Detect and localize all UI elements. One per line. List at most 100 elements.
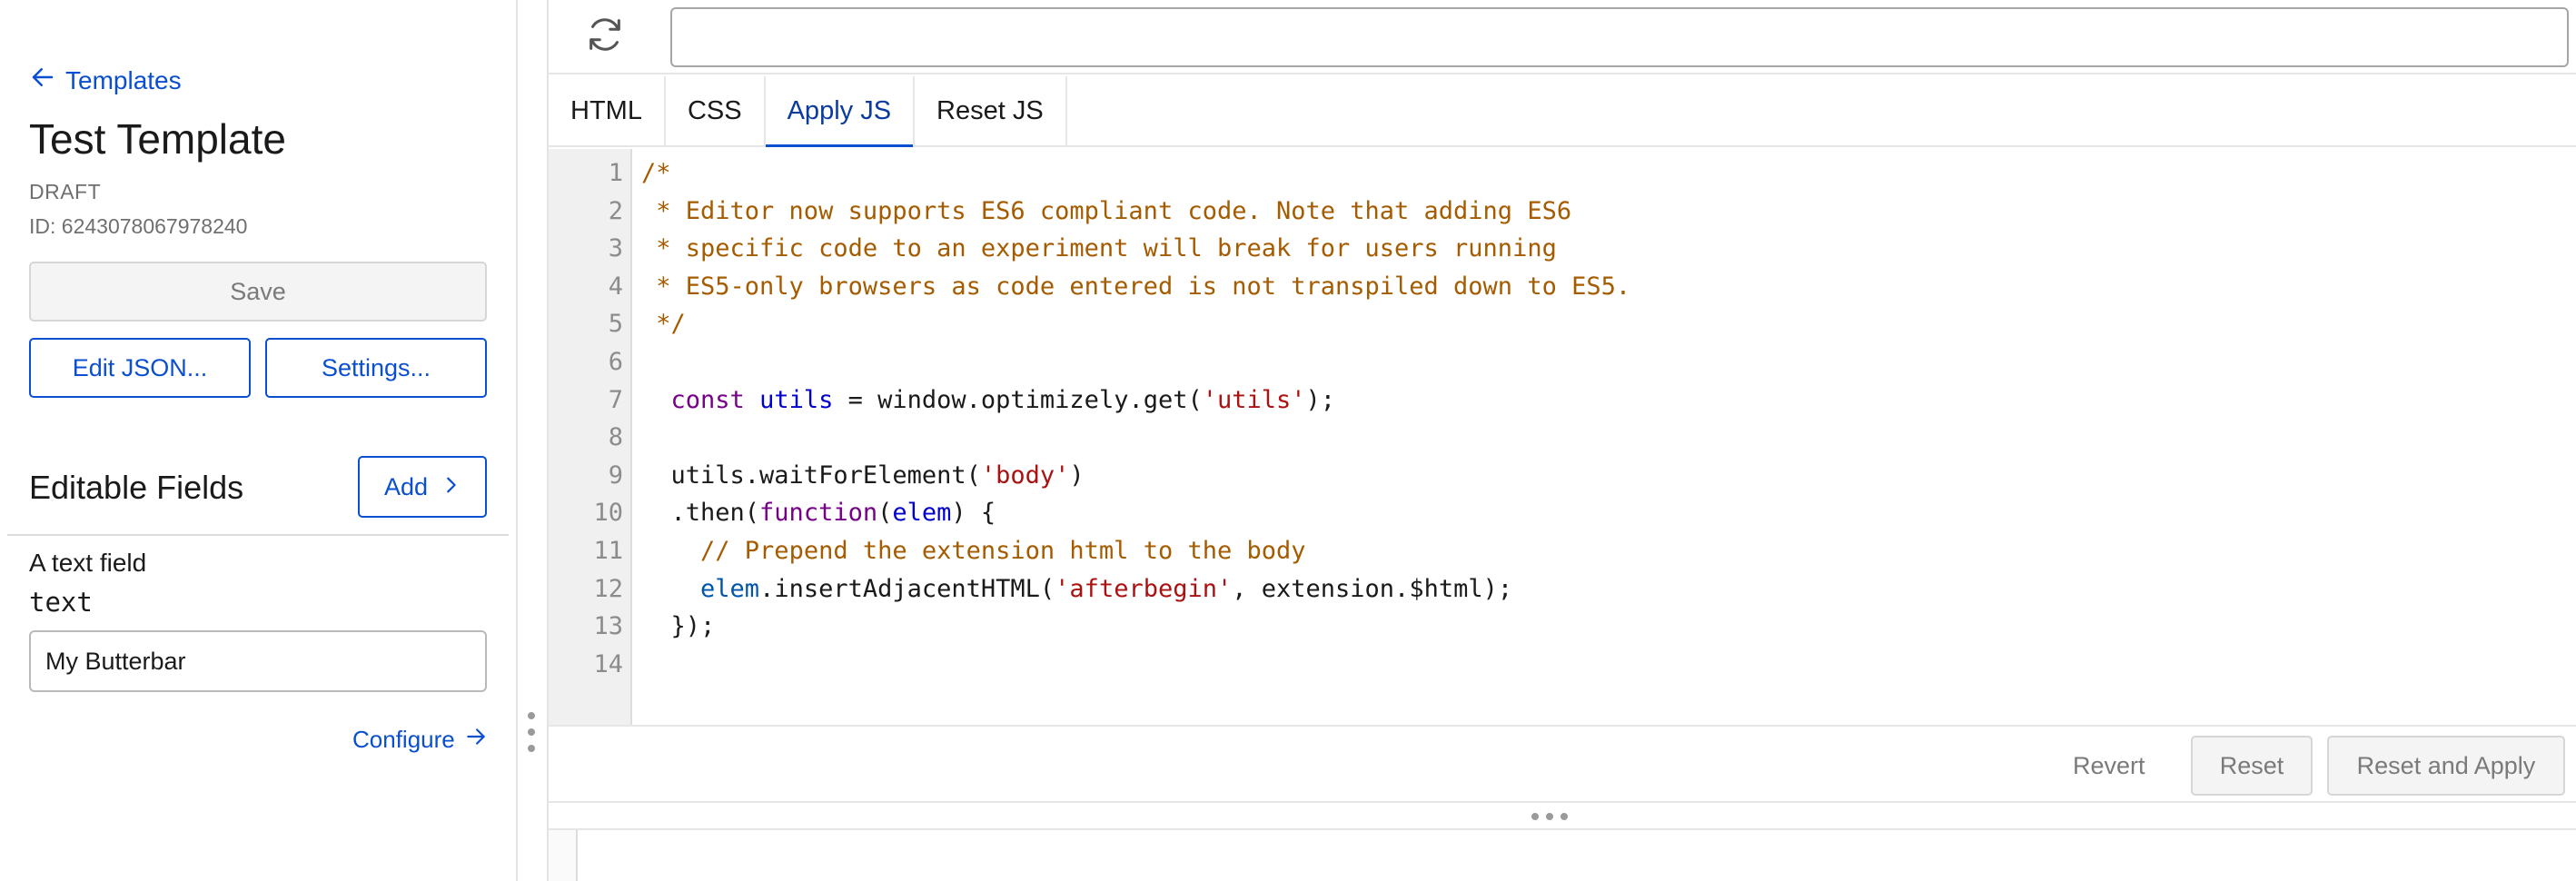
code-line: utils.waitForElement('body') (641, 457, 1085, 495)
code-token: 'utils' (1202, 385, 1306, 414)
refresh-icon (584, 14, 626, 60)
line-number: 12 (593, 574, 623, 603)
code-token: const (670, 385, 745, 414)
settings-button[interactable]: Settings... (265, 338, 487, 398)
revert-button[interactable]: Revert (2073, 752, 2145, 780)
code-line: const utils = window.optimizely.get('uti… (641, 381, 1336, 420)
add-field-button[interactable]: Add (358, 456, 487, 518)
handle-dot (528, 728, 535, 736)
configure-link[interactable]: Configure (352, 725, 488, 755)
tab-apply-js[interactable]: Apply JS (765, 76, 916, 147)
code-token: * specific code to an experiment will br… (641, 234, 1557, 263)
tab-css[interactable]: CSS (665, 76, 766, 145)
field-key: text (29, 587, 93, 618)
code-line: * ES5-only browsers as code entered is n… (641, 268, 1630, 306)
code-token: .insertAdjacentHTML( (759, 574, 1055, 603)
line-number: 8 (608, 423, 623, 452)
line-number: 9 (608, 460, 623, 490)
line-number: 13 (593, 612, 623, 641)
code-token: 'body' (980, 460, 1070, 490)
tab-reset-js[interactable]: Reset JS (915, 76, 1067, 145)
code-token: // Prepend the extension html to the bod… (700, 537, 1306, 565)
line-number: 11 (593, 537, 623, 565)
code-line: */ (641, 305, 686, 343)
code-token: ( (877, 499, 893, 528)
handle-dot (1546, 813, 1553, 820)
line-number: 3 (608, 234, 623, 263)
edit-json-button[interactable]: Edit JSON... (29, 338, 251, 398)
editable-fields-title: Editable Fields (29, 469, 244, 506)
arrow-right-icon (464, 725, 488, 755)
field-label: A text field (29, 549, 147, 577)
console-gutter (549, 830, 578, 881)
code-token: .then( (641, 499, 760, 528)
line-number: 4 (608, 272, 623, 301)
code-line: // Prepend the extension html to the bod… (641, 532, 1306, 570)
code-token: = window.optimizely.get( (833, 385, 1203, 414)
code-token: ) (1069, 460, 1085, 490)
code-token: * ES5-only browsers as code entered is n… (641, 272, 1631, 301)
preview-toolbar (549, 0, 2576, 74)
back-link-label: Templates (65, 65, 182, 94)
reset-and-apply-button[interactable]: Reset and Apply (2327, 736, 2565, 796)
code-line: /* (641, 154, 671, 193)
code-token: ); (1305, 385, 1336, 414)
console-resize-handle[interactable] (1531, 812, 1568, 821)
code-token: /* (641, 159, 671, 187)
code-token: elem (892, 499, 952, 528)
code-line: * specific code to an experiment will br… (641, 230, 1557, 268)
editor-action-bar: Revert Reset Reset and Apply (549, 725, 2576, 803)
code-token: 'afterbegin' (1055, 574, 1233, 603)
editor-tabs: HTML CSS Apply JS Reset JS (549, 76, 2576, 147)
code-token: }); (641, 612, 716, 641)
code-editor[interactable]: 1 2 3 4 5 6 7 8 9 10 11 12 13 14 /* * Editor now supp… (549, 149, 2576, 725)
add-button-label: Add (383, 472, 429, 500)
template-id: ID: 6243078067978240 (29, 214, 248, 238)
handle-dot (528, 745, 535, 752)
preview-url-input[interactable] (670, 7, 2569, 67)
sidebar-resize-handle[interactable] (525, 712, 538, 752)
code-token: * Editor now supports ES6 compliant code… (641, 196, 1572, 225)
handle-dot (1531, 813, 1539, 820)
code-line: elem.insertAdjacentHTML('afterbegin', ex… (641, 570, 1512, 609)
code-token: utils.waitForElement( (641, 460, 981, 490)
code-editor-panel: HTML CSS Apply JS Reset JS 1 2 3 4 5 6 7 8 9 10 11… (547, 0, 2576, 881)
tab-html[interactable]: HTML (549, 76, 666, 145)
text-field-input[interactable] (29, 630, 487, 692)
page-title: Test Template (29, 115, 286, 163)
code-line: * Editor now supports ES6 compliant code… (641, 193, 1571, 231)
code-token: utils (759, 385, 834, 414)
line-number: 10 (593, 499, 623, 528)
template-sidebar: Templates Test Template DRAFT ID: 624307… (0, 0, 518, 881)
code-line: .then(function(elem) { (641, 494, 996, 532)
refresh-button[interactable] (580, 11, 630, 62)
configure-link-label: Configure (352, 726, 455, 753)
console-panel[interactable] (549, 828, 2576, 881)
handle-dot (1560, 813, 1568, 820)
reset-button[interactable]: Reset (2191, 736, 2313, 796)
status-badge: DRAFT (29, 180, 102, 203)
chevron-right-icon (441, 473, 461, 501)
code-token: elem (700, 574, 760, 603)
line-number: 14 (593, 649, 623, 678)
line-number: 7 (608, 385, 623, 414)
line-number-gutter: 1 2 3 4 5 6 7 8 9 10 11 12 13 14 (549, 149, 632, 725)
line-number: 5 (608, 310, 623, 339)
code-token: , extension.$html); (1232, 574, 1513, 603)
line-number: 1 (608, 159, 623, 187)
handle-dot (528, 712, 535, 719)
back-to-templates-link[interactable]: Templates (29, 64, 182, 97)
code-token: ) { (951, 499, 996, 528)
code-token: function (759, 499, 878, 528)
line-number: 2 (608, 196, 623, 225)
code-line: }); (641, 608, 716, 646)
section-divider (7, 534, 509, 536)
save-button[interactable]: Save (29, 262, 487, 322)
line-number: 6 (608, 348, 623, 376)
arrow-left-icon (29, 64, 56, 97)
code-token: */ (641, 310, 686, 339)
